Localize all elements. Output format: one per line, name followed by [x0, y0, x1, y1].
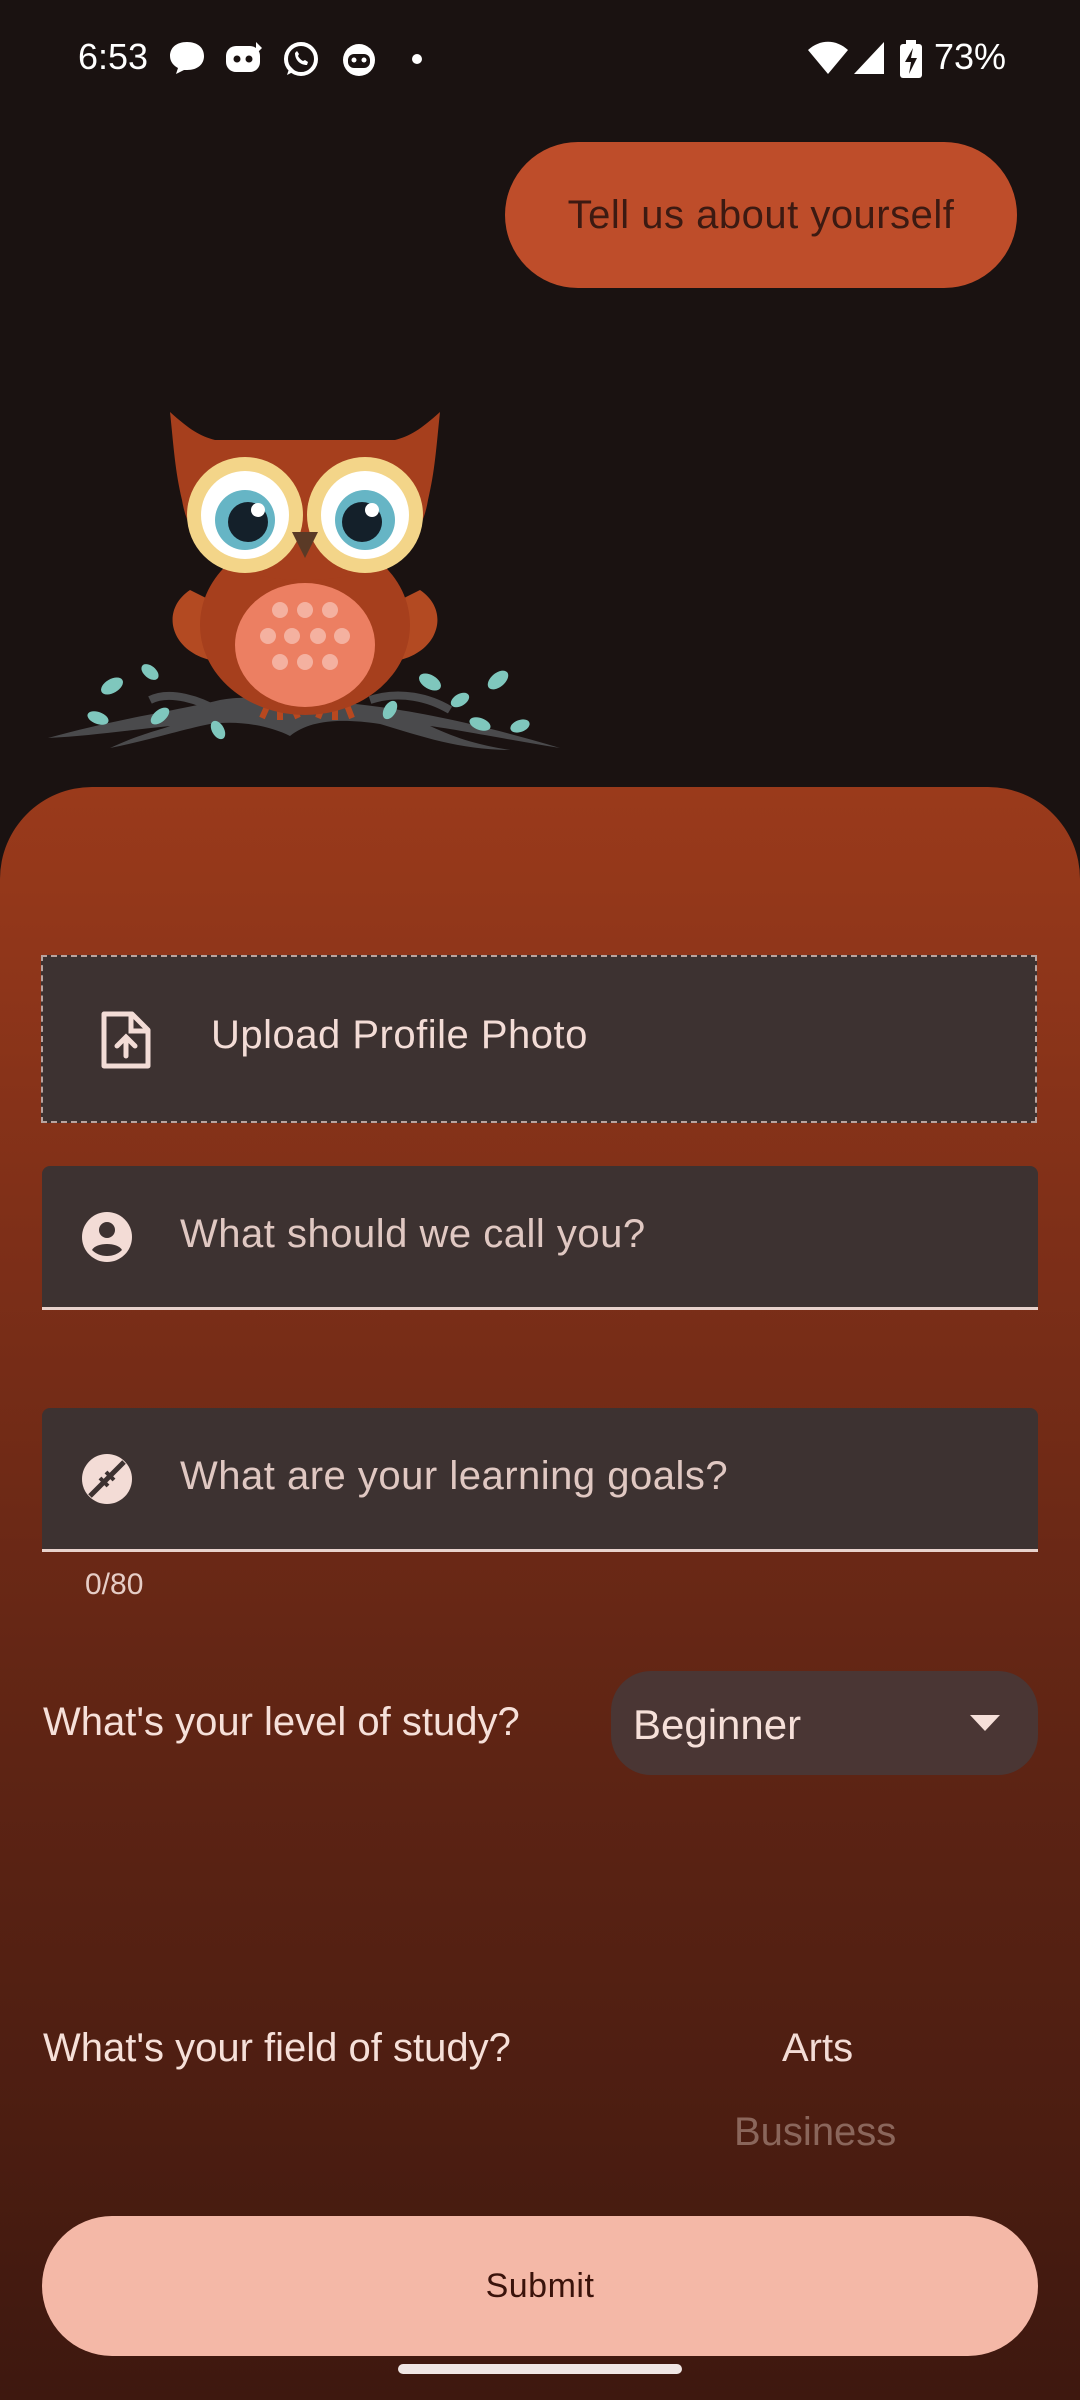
chat-bubble-icon — [170, 42, 204, 74]
level-of-study-selected-value: Beginner — [633, 1701, 802, 1748]
name-field-placeholder: What should we call you? — [180, 1212, 646, 1256]
account-circle-icon — [82, 1212, 132, 1262]
discord-icon — [226, 42, 262, 72]
level-of-study-dropdown[interactable]: Beginner — [611, 1671, 1038, 1775]
learning-goals-placeholder: What are your learning goals? — [180, 1454, 729, 1498]
wifi-icon — [808, 41, 848, 74]
level-of-study-label: What's your level of study? — [43, 1700, 520, 1744]
field-of-study-option-business[interactable]: Business — [734, 2110, 896, 2155]
whatsapp-icon — [284, 42, 318, 76]
name-field[interactable]: What should we call you? — [42, 1166, 1038, 1310]
field-of-study-label: What's your field of study? — [43, 2026, 511, 2070]
upload-file-icon — [101, 1011, 151, 1069]
gesture-navigation-bar[interactable] — [398, 2364, 682, 2374]
battery-percentage: 73% — [934, 36, 1007, 77]
field-of-study-option-arts[interactable]: Arts — [782, 2026, 853, 2071]
learning-goals-character-counter: 0/80 — [85, 1568, 144, 1601]
upload-profile-photo-label: Upload Profile Photo — [211, 1013, 588, 1057]
intro-speech-bubble: Tell us about yourself — [505, 142, 1017, 288]
football-icon — [82, 1454, 132, 1504]
dot-icon — [412, 54, 422, 64]
owl-illustration — [48, 412, 560, 750]
dropdown-arrow-icon — [970, 1715, 1000, 1731]
learning-goals-field[interactable]: What are your learning goals? — [42, 1408, 1038, 1552]
cat-icon — [343, 44, 375, 76]
status-time: 6:53 — [78, 36, 149, 77]
signal-icon — [854, 42, 884, 74]
submit-button[interactable]: Submit — [42, 2216, 1038, 2356]
battery-charging-icon — [900, 40, 922, 78]
